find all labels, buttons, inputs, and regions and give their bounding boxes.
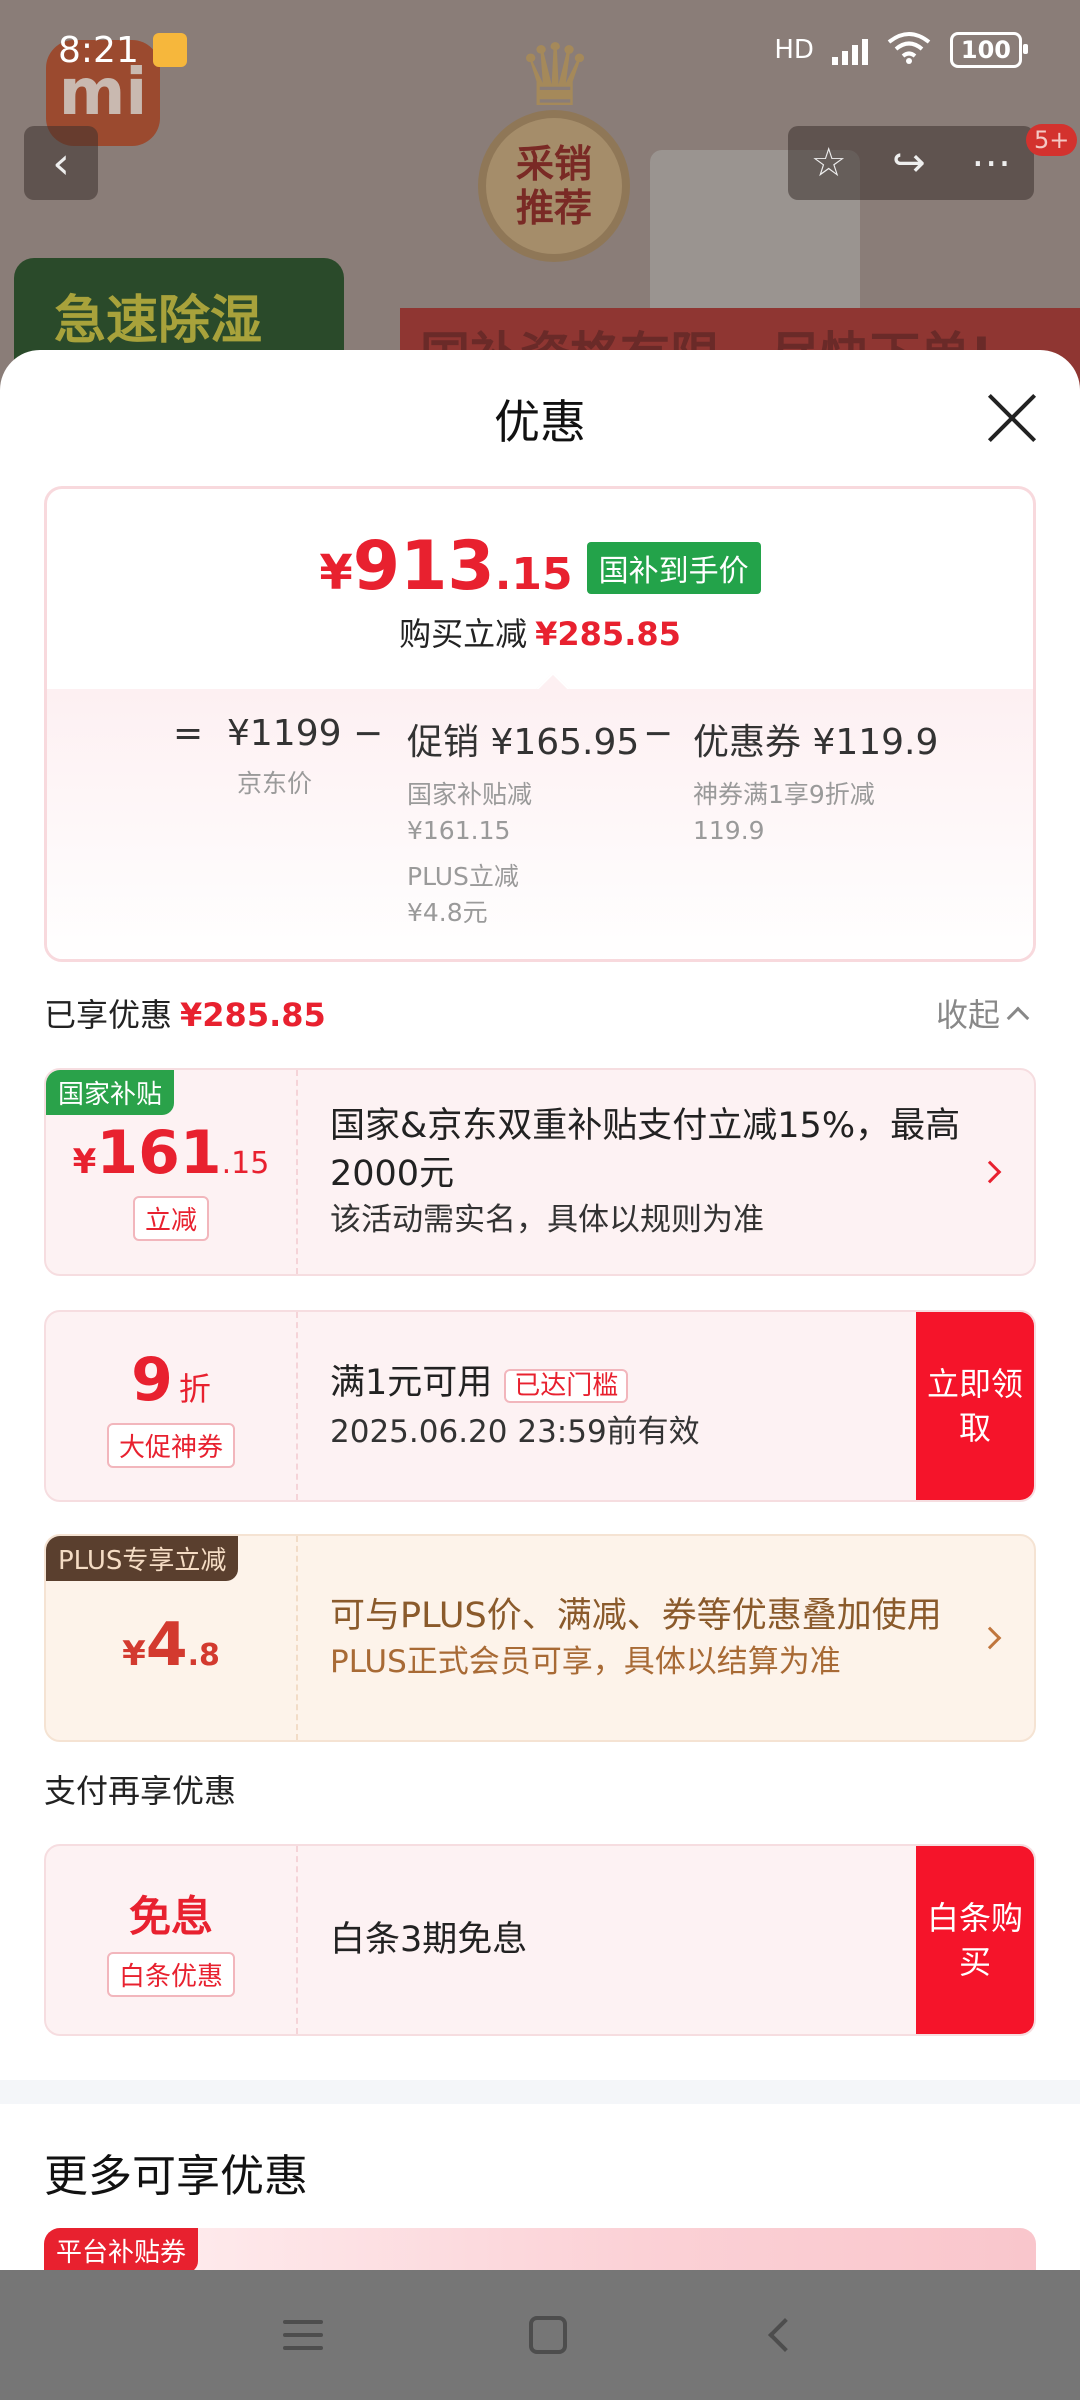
coupon-expiry: 2025.06.20 23:59前有效 bbox=[330, 1413, 700, 1450]
subsidy-amount: ¥ 161 .15 bbox=[72, 1117, 270, 1188]
purchase-reduction: 购买立减 ¥285.85 bbox=[399, 615, 681, 653]
home-icon[interactable] bbox=[529, 2316, 567, 2354]
chevron-up-icon bbox=[1006, 1006, 1030, 1030]
status-bar: 8:21 HD 100 bbox=[0, 0, 1080, 100]
recent-apps-icon[interactable] bbox=[283, 2320, 323, 2350]
platform-subsidy-card[interactable]: 平台补贴券 bbox=[44, 2228, 1036, 2270]
jd-price-column: ¥1199 京东价 bbox=[227, 713, 342, 802]
plus-exclusive-tag: PLUS专享立减 bbox=[46, 1536, 239, 1581]
promo-sub-label: PLUS立减 bbox=[407, 862, 519, 891]
battery-indicator: 100 bbox=[949, 32, 1029, 68]
promo-amount: 促销 ¥165.95 bbox=[407, 722, 640, 763]
favorite-star-icon[interactable]: ☆ bbox=[811, 140, 847, 186]
system-navigation-bar bbox=[0, 2270, 1080, 2400]
collapse-toggle[interactable]: 收起 bbox=[936, 990, 1030, 1036]
platform-subsidy-tag: 平台补贴券 bbox=[44, 2228, 199, 2270]
baitiao-title: 白条3期免息 bbox=[330, 1920, 528, 1960]
baitiao-tag: 白条优惠 bbox=[106, 1952, 235, 1997]
pay-discount-label: 支付再享优惠 bbox=[44, 1772, 237, 1810]
more-discounts-title: 更多可享优惠 bbox=[44, 2151, 308, 2202]
coupon-column: 优惠券 ¥119.9 神券满1享9折减 119.9 bbox=[693, 713, 938, 849]
chevron-right-icon bbox=[978, 1160, 1002, 1184]
baitiao-card: 免息 白条优惠 白条3期免息 白条购买 bbox=[44, 1844, 1036, 2036]
promo-column: 促销 ¥165.95 国家补贴减 ¥161.15 PLUS立减 ¥4.8元 bbox=[407, 713, 639, 931]
badge-line-1: 采销 bbox=[515, 142, 592, 186]
network-type: HD bbox=[774, 35, 814, 65]
minus-sign: − bbox=[643, 713, 674, 754]
equals-sign: = bbox=[173, 713, 204, 754]
top-action-group: ☆ ↪ ⋯ bbox=[788, 126, 1034, 200]
back-button[interactable]: ‹ bbox=[24, 126, 98, 200]
claim-coupon-button[interactable]: 立即领取 bbox=[916, 1312, 1034, 1500]
subsidy-desc: 该活动需实名，具体以规则为准 bbox=[330, 1202, 764, 1238]
share-icon[interactable]: ↪ bbox=[892, 140, 926, 186]
coupon-sub-value: 119.9 bbox=[693, 816, 765, 845]
more-icon[interactable]: ⋯ bbox=[971, 140, 1011, 186]
final-price: ¥ 913 .15 bbox=[319, 527, 573, 606]
chevron-left-icon: ‹ bbox=[52, 137, 70, 189]
discount-sheet: 优惠 ¥ 913 .15 国补到手价 购买立减¥285.85 = ¥1199 bbox=[0, 350, 1080, 2270]
coupon-type-tag: 大促神券 bbox=[106, 1422, 235, 1468]
section-divider bbox=[0, 2080, 1080, 2104]
recommend-badge: 采销 推荐 bbox=[478, 110, 630, 262]
national-subsidy-card[interactable]: ¥ 161 .15 立减 国家补贴 国家&京东双重补贴支付立减15%，最高200… bbox=[44, 1068, 1036, 1276]
plus-title: 可与PLUS价、满减、券等优惠叠加使用 bbox=[330, 1596, 942, 1636]
threshold-met-tag: 已达门槛 bbox=[504, 1368, 629, 1403]
promo-sub-value: ¥4.8元 bbox=[407, 898, 488, 927]
promo-sub-value: ¥161.15 bbox=[407, 816, 511, 845]
sheet-title: 优惠 bbox=[494, 395, 586, 449]
interest-free-label: 免息 bbox=[128, 1892, 213, 1941]
close-icon[interactable] bbox=[984, 390, 1040, 446]
coupon-condition: 满1元可用 bbox=[330, 1362, 493, 1403]
coupon-sub-label: 神券满1享9折减 bbox=[693, 780, 875, 809]
signal-icon bbox=[831, 35, 868, 65]
subsidy-title: 国家&京东双重补贴支付立减15%，最高2000元 bbox=[330, 1106, 961, 1194]
minus-sign: − bbox=[353, 713, 384, 754]
reduce-tag: 立减 bbox=[132, 1195, 209, 1241]
status-time: 8:21 bbox=[58, 29, 139, 71]
coupon-amount: 优惠券 ¥119.9 bbox=[693, 722, 939, 763]
price-breakdown: = ¥1199 京东价 − 促销 ¥165.95 国家补贴减 ¥161.15 P… bbox=[47, 689, 1033, 959]
notes-app-icon bbox=[152, 33, 187, 67]
chevron-right-icon bbox=[978, 1626, 1002, 1650]
enjoyed-discount-label: 已享优惠 ¥285.85 bbox=[44, 996, 326, 1034]
jd-price: ¥1199 bbox=[227, 713, 342, 754]
system-back-icon[interactable] bbox=[768, 2318, 802, 2352]
baitiao-buy-button[interactable]: 白条购买 bbox=[916, 1846, 1034, 2034]
wifi-icon bbox=[886, 30, 932, 71]
promo-sub-label: 国家补贴减 bbox=[407, 780, 533, 809]
national-subsidy-tag: 国家补贴 bbox=[46, 1070, 175, 1115]
price-summary-card: ¥ 913 .15 国补到手价 购买立减 ¥285.85 = ¥1199 京东价 … bbox=[44, 486, 1036, 962]
jd-price-label: 京东价 bbox=[237, 769, 313, 798]
plus-desc: PLUS正式会员可享，具体以结算为准 bbox=[330, 1644, 841, 1680]
coupon-card: 9 折 大促神券 满1元可用 已达门槛 2025.06.20 23:59前有效 立… bbox=[44, 1310, 1036, 1502]
plus-amount: ¥ 4 .8 bbox=[122, 1610, 220, 1680]
plus-discount-card[interactable]: ¥ 4 .8 PLUS专享立减 可与PLUS价、满减、券等优惠叠加使用 PLUS… bbox=[44, 1534, 1036, 1742]
badge-line-2: 推荐 bbox=[515, 186, 592, 230]
coupon-discount: 9 折 bbox=[131, 1344, 211, 1415]
subsidy-price-tag: 国补到手价 bbox=[586, 542, 761, 594]
message-count-badge: 5+ bbox=[1026, 124, 1078, 156]
